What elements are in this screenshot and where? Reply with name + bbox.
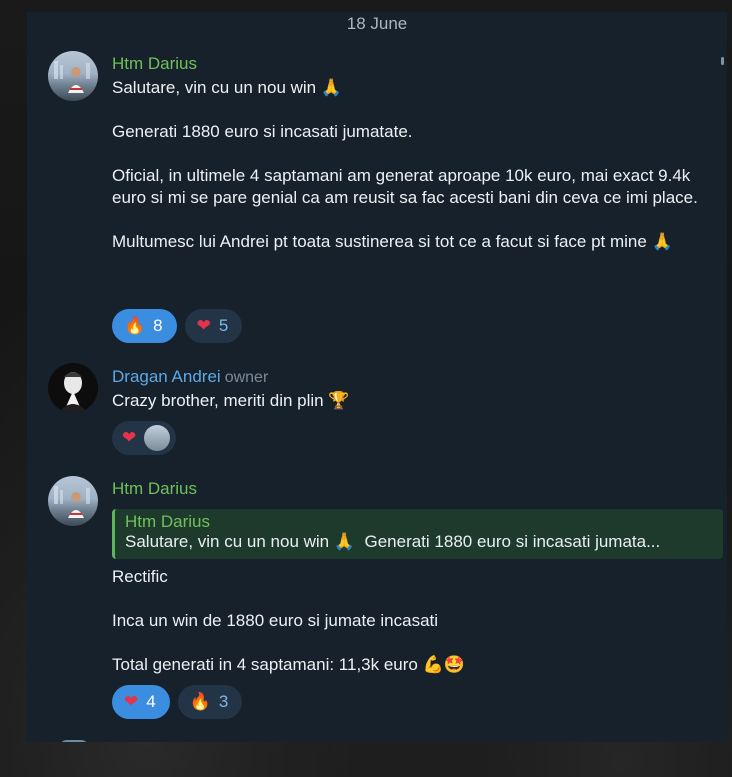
reaction-heart[interactable]: ❤ 5 <box>184 309 243 343</box>
author-name[interactable]: Htm Darius <box>112 479 197 499</box>
reactor-avatar <box>144 425 171 451</box>
avatar[interactable] <box>48 476 98 526</box>
heart-icon: ❤ <box>124 692 139 712</box>
message-line: Multumesc lui Andrei pt toata sustinerea… <box>112 232 647 251</box>
trophy-emoji-icon: 🏆 <box>328 391 350 411</box>
role-badge: owner <box>224 369 269 386</box>
author-name-label: Dragan Andrei <box>112 367 221 386</box>
avatar-photo-icon <box>54 486 90 518</box>
reaction-count: 8 <box>153 316 163 335</box>
message-line: Rectific <box>112 567 168 586</box>
avatar[interactable] <box>48 51 98 101</box>
message-line: Generati 1880 euro si incasati jumatate. <box>112 122 413 141</box>
fire-icon: 🔥 <box>189 692 211 712</box>
reply-quote[interactable]: Htm Darius Salutare, vin cu un nou win 🙏… <box>112 509 723 559</box>
reply-text-part: Generati 1880 euro si incasati jumata... <box>364 532 661 551</box>
reaction-heart[interactable]: ❤ 4 <box>112 685 170 719</box>
chat-panel[interactable]: 18 June Htm Darius Salutare, vin cu un n… <box>27 12 727 742</box>
pray-emoji-icon: 🙏 <box>333 532 356 552</box>
reaction-heart[interactable]: ❤ <box>112 421 177 455</box>
pray-emoji-icon: 🙏 <box>320 78 343 98</box>
heart-icon: ❤ <box>122 428 137 448</box>
message-line: Total generati in 4 saptamani: 11,3k eur… <box>112 655 418 674</box>
reactions: ❤ 4 🔥 3 <box>112 685 243 719</box>
pray-emoji-icon: 🙏 <box>651 232 673 252</box>
scrollbar[interactable] <box>721 57 724 65</box>
message-line: Oficial, in ultimele 4 saptamani am gene… <box>112 166 698 207</box>
message-text: Crazy brother, meriti din plin 🏆 <box>112 390 717 412</box>
message-text: Salutare, vin cu un nou win 🙏 Generati 1… <box>112 77 717 253</box>
heart-icon: ❤ <box>196 316 211 336</box>
muscle-emoji-icon: 💪 <box>422 655 444 675</box>
avatar[interactable] <box>59 740 89 742</box>
message-line: Crazy brother, meriti din plin <box>112 391 324 410</box>
message-line: Salutare, vin cu un nou win <box>112 78 317 97</box>
reaction-fire[interactable]: 🔥 8 <box>112 309 177 343</box>
date-divider: 18 June <box>346 14 408 33</box>
avatar[interactable] <box>48 363 98 413</box>
message-line: Inca un win de 1880 euro si jumate incas… <box>112 611 439 630</box>
fire-icon: 🔥 <box>124 316 146 336</box>
avatar-photo-icon <box>58 372 88 413</box>
reply-text-part: Salutare, vin cu un nou win <box>125 532 330 551</box>
author-name[interactable]: Htm Darius <box>112 54 197 74</box>
reply-author: Htm Darius <box>125 512 211 531</box>
reply-text: Salutare, vin cu un nou win 🙏 Generati 1… <box>125 532 713 552</box>
reaction-count: 3 <box>218 692 229 711</box>
reactions: ❤ <box>112 421 177 455</box>
reaction-count: 5 <box>218 316 229 335</box>
avatar-photo-icon <box>54 61 90 93</box>
star-struck-emoji-icon: 🤩 <box>443 655 465 675</box>
author-name[interactable]: Dragan Andrei owner <box>112 367 268 387</box>
message-text: Rectific Inca un win de 1880 euro si jum… <box>112 566 717 676</box>
reaction-count: 4 <box>146 692 156 711</box>
reactions: 🔥 8 ❤ 5 <box>112 309 243 343</box>
reaction-fire[interactable]: 🔥 3 <box>177 685 243 719</box>
